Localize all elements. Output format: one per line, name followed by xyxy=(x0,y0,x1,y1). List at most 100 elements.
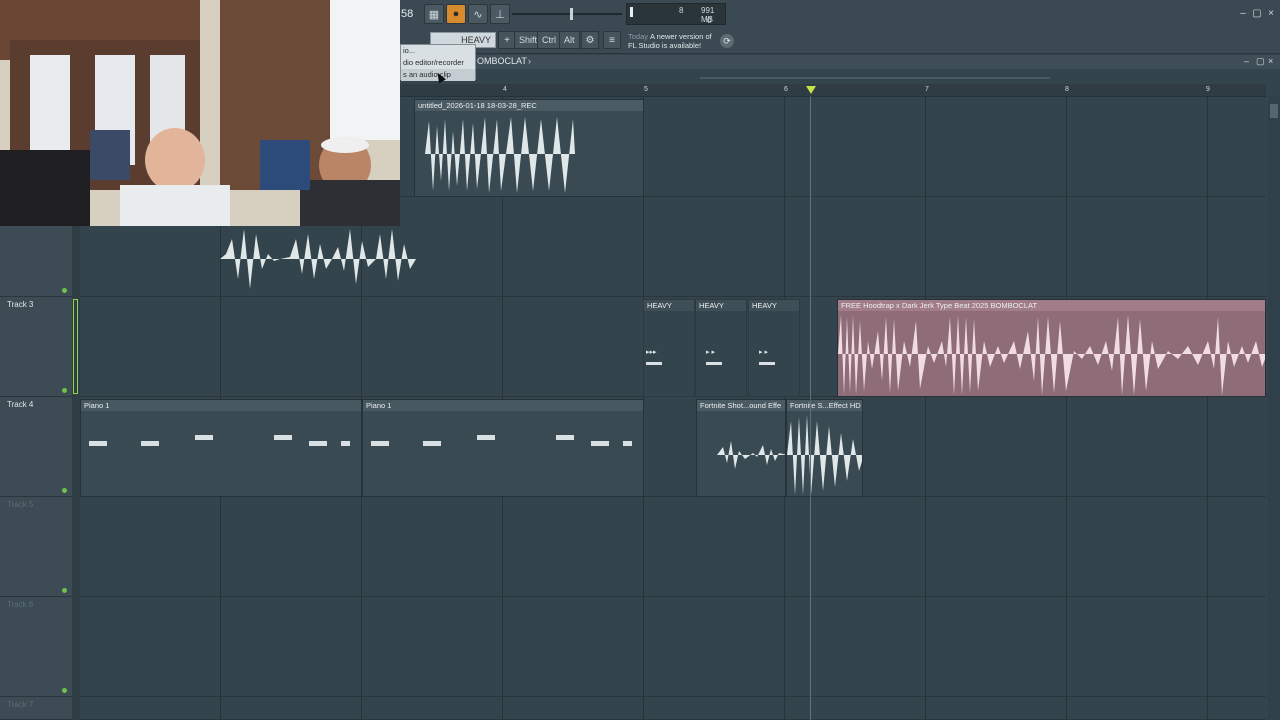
track-enabled-led[interactable] xyxy=(62,288,67,293)
slider-thumb[interactable] xyxy=(570,8,573,20)
cpu-monitor: 8 991 MB 0 xyxy=(626,3,726,25)
memory-value: 991 MB xyxy=(701,6,715,24)
recording-icon[interactable]: ● xyxy=(446,4,466,24)
slider-track xyxy=(512,13,622,15)
close-icon[interactable]: × xyxy=(1265,7,1277,19)
clip-title: Fortnite S...Effect HD xyxy=(787,400,862,411)
piano-note xyxy=(423,441,441,446)
track-strip xyxy=(72,397,80,497)
timeline-ruler[interactable]: 4 5 6 7 8 9 xyxy=(400,84,1266,97)
alt-key-button[interactable]: Alt xyxy=(559,31,580,49)
ruler-mark: 5 xyxy=(644,86,648,93)
cpu-bar xyxy=(630,7,633,17)
playlist-maximize-icon[interactable]: ▢ xyxy=(1256,56,1265,67)
piano-note xyxy=(89,441,107,446)
pattern-clip-piano[interactable]: Piano 1 xyxy=(362,399,644,497)
track-name: Track 6 xyxy=(7,600,34,609)
track-lane-5[interactable] xyxy=(80,497,1266,597)
playlist-minimize-icon[interactable]: – xyxy=(1244,56,1249,66)
track-strip xyxy=(72,497,80,597)
piano-note xyxy=(274,435,292,440)
piano-note xyxy=(141,441,159,446)
track-name: Track 7 xyxy=(7,700,34,709)
pattern-clip-piano[interactable]: Piano 1 xyxy=(80,399,362,497)
webcam-overlay xyxy=(0,0,400,226)
metronome-icon[interactable]: ⊥ xyxy=(490,4,510,24)
webcam-feed-image xyxy=(0,0,400,226)
menu-item-audio[interactable]: io... xyxy=(401,45,475,57)
scroll-thumb[interactable] xyxy=(1270,104,1278,118)
news-label: Today xyxy=(628,32,649,41)
clip-note xyxy=(759,362,775,365)
track-selection-indicator xyxy=(73,299,78,394)
maximize-icon[interactable]: ▢ xyxy=(1251,7,1263,19)
pattern-clip-heavy[interactable]: HEAVY ▸ ▸ xyxy=(695,299,747,397)
track-enabled-led[interactable] xyxy=(62,588,67,593)
piano-note xyxy=(341,441,350,446)
track-lane-6[interactable] xyxy=(80,597,1266,697)
ctrl-key-button[interactable]: Ctrl xyxy=(537,31,561,49)
piano-note xyxy=(195,435,213,440)
waveform xyxy=(787,415,862,495)
ruler-mark: 9 xyxy=(1206,86,1210,93)
ruler-mark: 8 xyxy=(1065,86,1069,93)
track-header-7[interactable]: Track 7 xyxy=(0,697,72,720)
piano-note xyxy=(623,441,632,446)
track-enabled-led[interactable] xyxy=(62,388,67,393)
track-enabled-led[interactable] xyxy=(62,488,67,493)
playlist-title-bar xyxy=(400,55,1280,69)
track-header-5[interactable]: Track 5 xyxy=(0,497,72,597)
audio-clip-fortnite-2[interactable]: Fortnite S...Effect HD xyxy=(786,399,863,497)
minimize-icon[interactable]: – xyxy=(1237,7,1249,19)
audio-clip-recording[interactable]: untitled_2026-01-18 18-03-28_REC xyxy=(414,99,644,197)
playhead-marker[interactable] xyxy=(806,86,816,94)
track-header-6[interactable]: Track 6 xyxy=(0,597,72,697)
master-pitch-slider[interactable] xyxy=(512,7,622,21)
track-strip xyxy=(72,597,80,697)
pattern-clip-heavy[interactable]: HEAVY ▸ ▸ xyxy=(748,299,800,397)
arrow-icon: ▸ ▸ xyxy=(706,349,715,356)
track-name: Track 3 xyxy=(7,300,34,309)
audio-clip-fortnite-1[interactable]: Fortnite Shot...ound Effe xyxy=(696,399,786,497)
playlist-close-icon[interactable]: × xyxy=(1268,56,1273,66)
menu-item-audio-editor[interactable]: dio editor/recorder xyxy=(401,57,475,69)
settings-icon[interactable]: ⚙ xyxy=(581,31,599,49)
clip-title: FREE Hoodtrap x Dark Jerk Type Beat 2025… xyxy=(838,300,1265,311)
waveform xyxy=(425,117,575,193)
clip-title: Piano 1 xyxy=(81,400,361,411)
arrow-icon: ▸▸▸ xyxy=(646,349,657,356)
track-enabled-led[interactable] xyxy=(62,688,67,693)
waveform xyxy=(838,315,1265,395)
clip-note xyxy=(646,362,662,365)
vertical-scrollbar[interactable] xyxy=(1268,96,1280,720)
chevron-right-icon[interactable]: › xyxy=(528,56,531,66)
ruler-mark: 7 xyxy=(925,86,929,93)
piano-note xyxy=(477,435,495,440)
track-strip xyxy=(72,697,80,720)
ruler-mark: 6 xyxy=(784,86,788,93)
news-line2[interactable]: FL Studio is available! xyxy=(628,41,701,50)
cpu-value: 8 xyxy=(679,6,684,15)
horizontal-scrollbar[interactable] xyxy=(700,77,1050,79)
piano-roll-icon[interactable]: ▦ xyxy=(424,4,444,24)
track-header-3[interactable]: Track 3 xyxy=(0,297,72,397)
piano-note xyxy=(556,435,574,440)
track-name: Track 5 xyxy=(7,500,34,509)
track-header-4[interactable]: Track 4 xyxy=(0,397,72,497)
playlist-title: OMBOCLAT xyxy=(477,56,527,66)
menu-icon[interactable]: ≡ xyxy=(603,31,621,49)
playhead-line xyxy=(810,96,811,720)
pattern-clip-heavy[interactable]: HEAVY ▸▸▸ xyxy=(643,299,695,397)
clip-title: HEAVY xyxy=(749,300,799,311)
update-icon[interactable]: ⟳ xyxy=(720,34,734,48)
arrow-icon: ▸ ▸ xyxy=(759,349,768,356)
wave-icon[interactable]: ∿ xyxy=(468,4,488,24)
clip-note xyxy=(706,362,722,365)
clip-title: HEAVY xyxy=(644,300,694,311)
fl-studio-window: 58 ▦ ● ∿ ⊥ 8 991 MB 0 HEAVY + Shift Ctrl… xyxy=(0,0,1280,720)
piano-note xyxy=(371,441,389,446)
tempo-display[interactable]: 58 xyxy=(401,8,413,20)
clip-title: Fortnite Shot...ound Effe xyxy=(697,400,785,411)
track-lane-7[interactable] xyxy=(80,697,1266,720)
audio-clip-beat[interactable]: FREE Hoodtrap x Dark Jerk Type Beat 2025… xyxy=(837,299,1266,397)
